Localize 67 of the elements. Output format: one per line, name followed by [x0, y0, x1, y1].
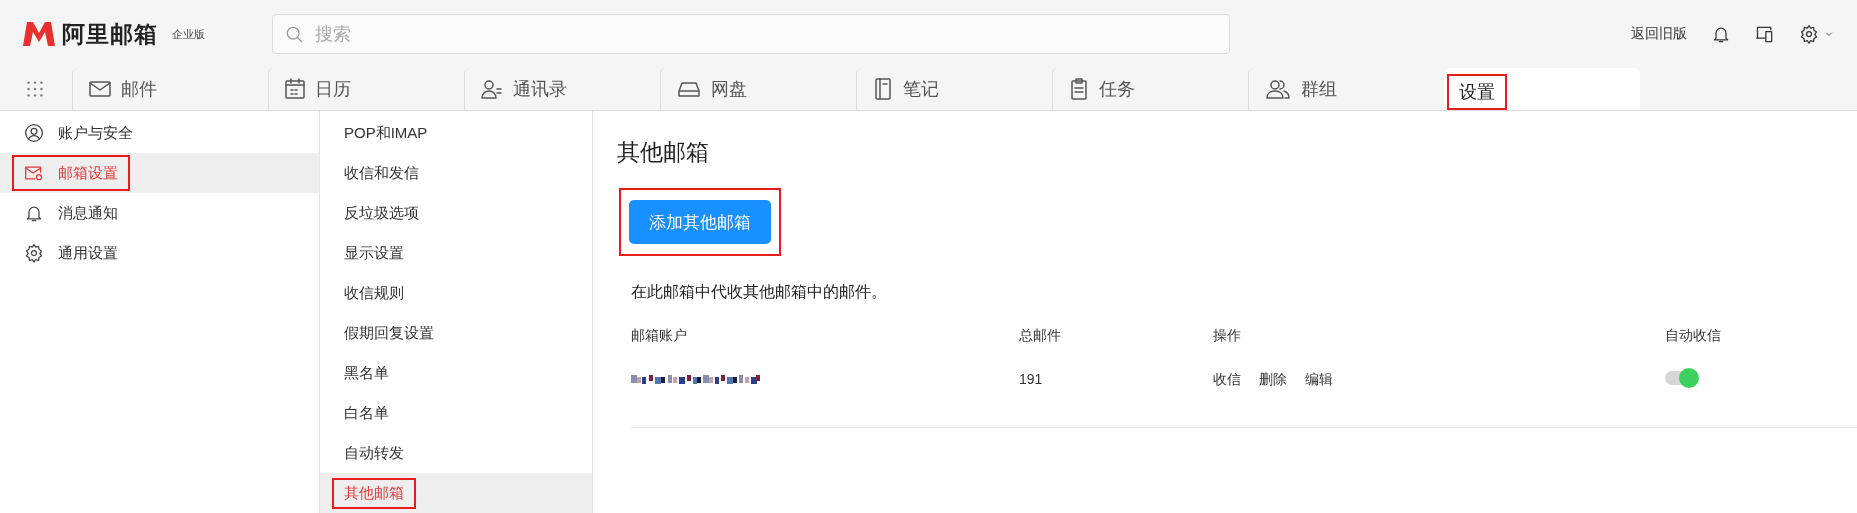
search-field[interactable]: 搜索 — [272, 14, 1230, 54]
edition-label: 企业版 — [172, 26, 205, 42]
tab-label: 通讯录 — [513, 78, 567, 101]
table-cell: 191 — [1019, 371, 1043, 387]
submenu-item[interactable]: 显示设置 — [320, 233, 592, 273]
column-header: 自动收信 — [1665, 327, 1721, 343]
submenu-item[interactable]: 其他邮箱 — [320, 473, 592, 513]
submenu-item[interactable]: POP和IMAP — [320, 113, 592, 153]
submenu-item[interactable]: 收信和发信 — [320, 153, 592, 193]
sidebar-item[interactable]: 消息通知 — [0, 193, 319, 233]
nav-tab[interactable]: 网盘 — [660, 68, 856, 110]
tab-label: 日历 — [315, 78, 351, 101]
column-header: 总邮件 — [1019, 327, 1061, 343]
submenu-item[interactable]: 收信规则 — [320, 273, 592, 313]
submenu-item[interactable]: 黑名单 — [320, 353, 592, 393]
tab-label: 网盘 — [711, 78, 747, 101]
sidebar-label: 账户与安全 — [58, 123, 133, 143]
submenu-label: 自动转发 — [344, 443, 404, 463]
action-link[interactable]: 删除 — [1259, 371, 1287, 389]
submenu-label: 显示设置 — [344, 243, 404, 263]
page-title: 其他邮箱 — [617, 138, 710, 167]
submenu-item[interactable]: 白名单 — [320, 393, 592, 433]
nav-tab[interactable]: 笔记 — [856, 68, 1052, 110]
submenu-item[interactable]: 自动转发 — [320, 433, 592, 473]
submenu-item[interactable]: 假期回复设置 — [320, 313, 592, 353]
submenu-label: POP和IMAP — [344, 123, 428, 143]
sidebar-item[interactable]: 通用设置 — [0, 233, 319, 273]
nav-tab[interactable]: 日历 — [268, 68, 464, 110]
action-link[interactable]: 编辑 — [1305, 371, 1333, 389]
submenu-label: 反垃圾选项 — [344, 203, 419, 223]
settings-icon — [24, 243, 44, 263]
submenu-item[interactable]: 反垃圾选项 — [320, 193, 592, 233]
group-icon — [1263, 77, 1293, 101]
old-version-link[interactable]: 返回旧版 — [1631, 25, 1687, 43]
calendar-icon — [283, 77, 307, 101]
tab-label: 设置 — [1459, 81, 1495, 104]
nav-tab[interactable]: 邮件 — [72, 68, 268, 110]
tab-label: 任务 — [1099, 78, 1135, 101]
submenu-label: 其他邮箱 — [344, 483, 404, 503]
nav-tab[interactable]: 任务 — [1052, 68, 1248, 110]
tab-label: 邮件 — [121, 78, 157, 101]
sidebar-item[interactable]: 账户与安全 — [0, 113, 319, 153]
brand-name: 阿里邮箱 — [62, 19, 158, 49]
sidebar-item[interactable]: 邮箱设置 — [0, 153, 319, 193]
user-icon — [24, 123, 44, 143]
devices-icon — [1755, 24, 1775, 44]
logo-icon — [22, 21, 56, 47]
sidebar-label: 邮箱设置 — [58, 163, 118, 183]
tab-label: 群组 — [1301, 78, 1337, 101]
tab-label: 笔记 — [903, 78, 939, 101]
grid-menu-icon — [24, 78, 46, 100]
submenu-label: 黑名单 — [344, 363, 389, 383]
submenu-label: 收信和发信 — [344, 163, 419, 183]
contacts-icon — [479, 77, 505, 101]
sidebar-label: 消息通知 — [58, 203, 118, 223]
column-header: 操作 — [1213, 327, 1241, 343]
submenu-label: 白名单 — [344, 403, 389, 423]
sidebar-label: 通用设置 — [58, 243, 118, 263]
submenu-label: 假期回复设置 — [344, 323, 434, 343]
nav-tab[interactable]: 设置 — [1444, 68, 1640, 110]
action-link[interactable]: 收信 — [1213, 371, 1241, 389]
column-header: 邮箱账户 — [631, 327, 687, 343]
nav-tab[interactable]: 通讯录 — [464, 68, 660, 110]
submenu-label: 收信规则 — [344, 283, 404, 303]
settings-icon — [1799, 24, 1819, 44]
description: 在此邮箱中代收其他邮箱中的邮件。 — [631, 282, 888, 302]
settings-menu[interactable] — [1799, 24, 1835, 44]
